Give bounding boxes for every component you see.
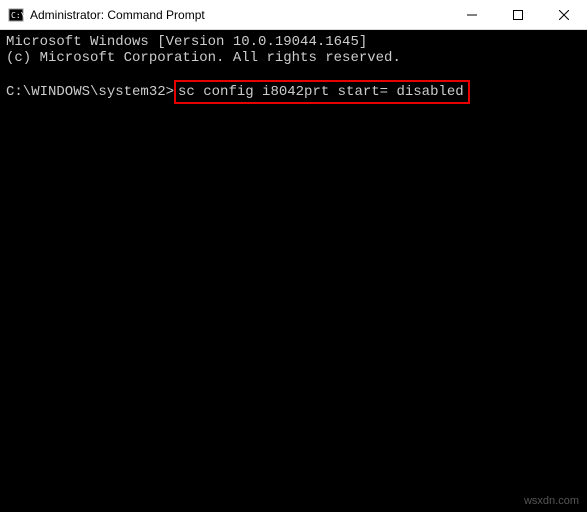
terminal-prompt: C:\WINDOWS\system32> (6, 84, 174, 100)
terminal-area[interactable]: Microsoft Windows [Version 10.0.19044.16… (0, 30, 587, 512)
minimize-button[interactable] (449, 0, 495, 29)
cmd-icon: C:\ (8, 7, 24, 23)
terminal-output-line: Microsoft Windows [Version 10.0.19044.16… (6, 34, 581, 50)
maximize-button[interactable] (495, 0, 541, 29)
terminal-prompt-row: C:\WINDOWS\system32>sc config i8042prt s… (6, 80, 581, 104)
window-titlebar: C:\ Administrator: Command Prompt (0, 0, 587, 30)
watermark-text: wsxdn.com (524, 495, 579, 508)
highlighted-command: sc config i8042prt start= disabled (174, 80, 470, 104)
window-title: Administrator: Command Prompt (30, 8, 449, 22)
window-controls (449, 0, 587, 29)
svg-text:C:\: C:\ (11, 11, 24, 20)
close-button[interactable] (541, 0, 587, 29)
terminal-output-line: (c) Microsoft Corporation. All rights re… (6, 50, 581, 66)
